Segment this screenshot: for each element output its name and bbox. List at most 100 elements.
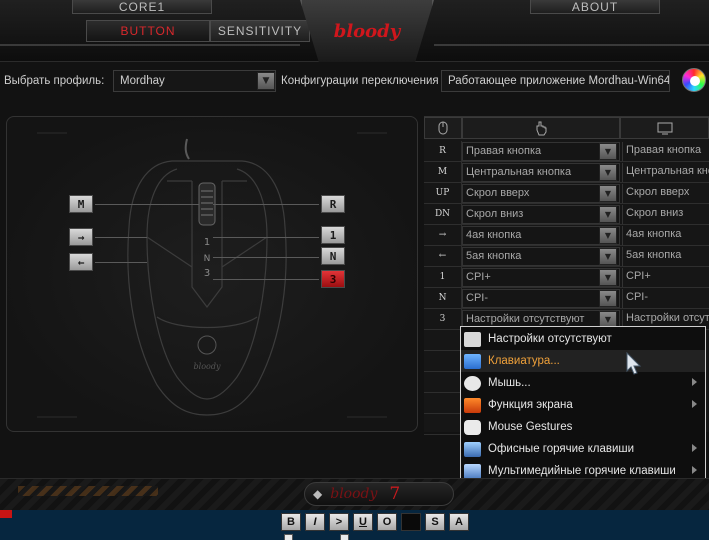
mapping-row: → 4ая кнопка ▼ 4ая кнопка (424, 225, 709, 246)
submenu-arrow-icon (692, 444, 697, 452)
tab-button[interactable]: Button (86, 20, 210, 42)
mapping-action-select[interactable]: CPI- (462, 289, 620, 308)
leader-m (95, 204, 199, 205)
mapping-row: N CPI- ▼ CPI- (424, 288, 709, 309)
mapping-alt-action[interactable]: Центральная кнопка (622, 163, 709, 182)
menu-item[interactable]: Клавиатура... (461, 350, 705, 372)
mouse-diagram-panel: 1 N 3 bloody M R → 1 ← N 3 (6, 116, 418, 432)
leader-n (213, 257, 319, 258)
profile-select-value: Mordhay (120, 75, 165, 87)
format-bold-button[interactable]: B (281, 513, 301, 531)
svg-text:1: 1 (204, 237, 210, 248)
multimedia-icon (464, 463, 481, 479)
mapping-action-select[interactable]: Центральная кнопка (462, 163, 620, 182)
menu-item[interactable]: Офисные горячие клавиши (461, 438, 705, 460)
monitor-icon (657, 122, 672, 134)
mapping-dropdown-arrow-icon[interactable]: ▼ (599, 290, 617, 307)
menu-item[interactable]: Mouse Gestures (461, 416, 705, 438)
hand-icon (464, 419, 481, 435)
mapping-action-select[interactable]: CPI+ (462, 268, 620, 287)
menu-item[interactable]: Функция экрана (461, 394, 705, 416)
profile-label: Выбрать профиль: (4, 75, 105, 87)
format-underline-button[interactable]: U (353, 513, 373, 531)
device-badge-model: 7 (389, 484, 401, 504)
format-strike-button[interactable]: S (425, 513, 445, 531)
mapping-action-select[interactable]: Скрол вверх (462, 184, 620, 203)
mapping-key: DN (424, 204, 462, 225)
mapping-dropdown-arrow-icon[interactable]: ▼ (599, 164, 617, 181)
profile-row: Выбрать профиль: Mordhay ▼ Конфигурации … (0, 70, 709, 94)
mapping-dropdown-arrow-icon[interactable]: ▼ (599, 185, 617, 202)
mapping-alt-action[interactable]: 5ая кнопка (622, 247, 709, 266)
menu-item-label: Мышь... (488, 377, 531, 389)
menu-item-label: Настройки отсутствуют (488, 333, 612, 345)
menu-item-label: Функция экрана (488, 399, 573, 411)
tab-core[interactable]: Core1 (72, 0, 212, 14)
format-color-button[interactable] (401, 513, 421, 531)
mapping-alt-action[interactable]: Скрол вверх (622, 184, 709, 203)
svg-text:N: N (204, 254, 211, 264)
tab-sensitivity[interactable]: Sensitivity (210, 20, 310, 42)
top-navigation: Core1 Button Sensitivity About bloody (0, 0, 709, 62)
mouse-button-back[interactable]: ← (69, 253, 93, 271)
mouse-button-forward[interactable]: → (69, 228, 93, 246)
screen-icon (464, 397, 481, 413)
submenu-arrow-icon (692, 400, 697, 408)
mapping-dropdown-arrow-icon[interactable]: ▼ (599, 248, 617, 265)
column-key-header (424, 117, 462, 139)
brand-logo: bloody (300, 0, 434, 62)
format-circle-button[interactable]: O (377, 513, 397, 531)
mapping-alt-action[interactable]: CPI+ (622, 268, 709, 287)
rgb-color-picker-icon[interactable] (682, 68, 706, 92)
mapping-alt-action[interactable]: 4ая кнопка (622, 226, 709, 245)
format-next-button[interactable]: > (329, 513, 349, 531)
option-checkbox-1[interactable] (284, 534, 293, 540)
nav-divider-left (0, 44, 300, 46)
red-tab-marker (0, 510, 12, 518)
mapping-row: R Правая кнопка ▼ Правая кнопка (424, 141, 709, 162)
mapping-dropdown-arrow-icon[interactable]: ▼ (599, 269, 617, 286)
no-config-icon (464, 331, 481, 347)
menu-item-label: Клавиатура... (488, 355, 560, 367)
mapping-action-select[interactable]: 5ая кнопка (462, 247, 620, 266)
keyboard-icon (464, 353, 481, 369)
menu-item[interactable]: Мышь... (461, 372, 705, 394)
mouse-button-3-selected[interactable]: 3 (321, 270, 345, 288)
menu-item-label: Мультимедийные горячие клавиши (488, 465, 676, 477)
mapping-dropdown-arrow-icon[interactable]: ▼ (599, 143, 617, 160)
switch-config-select[interactable]: Работающее приложение Mordhau-Win64- (441, 70, 670, 92)
column-action-header (462, 117, 620, 139)
badge-bullet-icon: ◆ (313, 487, 323, 501)
format-italic-button[interactable]: I (305, 513, 325, 531)
menu-item[interactable]: Настройки отсутствуют (461, 328, 705, 350)
format-font-button[interactable]: A (449, 513, 469, 531)
profile-select[interactable]: Mordhay (113, 70, 276, 92)
mapping-action-select[interactable]: Скрол вниз (462, 205, 620, 224)
mouse-button-n[interactable]: N (321, 247, 345, 265)
mouse-button-1[interactable]: 1 (321, 226, 345, 244)
mapping-alt-action[interactable]: Правая кнопка (622, 142, 709, 161)
tab-about[interactable]: About (530, 0, 660, 14)
mapping-key: M (424, 162, 462, 183)
mapping-row-empty (424, 330, 462, 351)
mapping-alt-action[interactable]: CPI- (622, 289, 709, 308)
mapping-key: → (424, 225, 462, 246)
mapping-key: R (424, 141, 462, 162)
mapping-alt-action[interactable]: Скрол вниз (622, 205, 709, 224)
mapping-dropdown-arrow-icon[interactable]: ▼ (599, 227, 617, 244)
office-icon (464, 441, 481, 457)
device-badge-logo: bloody (330, 486, 378, 502)
mapping-action-select[interactable]: Правая кнопка (462, 142, 620, 161)
switch-config-value: Работающее приложение Mordhau-Win64- (448, 75, 670, 87)
mouse-button-m[interactable]: M (69, 195, 93, 213)
leader-forward (95, 237, 147, 238)
option-checkbox-2[interactable] (340, 534, 349, 540)
mapping-row-empty (424, 372, 462, 393)
profile-dropdown-arrow-icon[interactable]: ▼ (257, 72, 275, 90)
mapping-dropdown-arrow-icon[interactable]: ▼ (599, 206, 617, 223)
nav-divider-right (434, 44, 709, 46)
mapping-action-select[interactable]: 4ая кнопка (462, 226, 620, 245)
mouse-button-r[interactable]: R (321, 195, 345, 213)
mapping-key: 3 (424, 309, 462, 330)
mouse-icon (464, 375, 481, 391)
